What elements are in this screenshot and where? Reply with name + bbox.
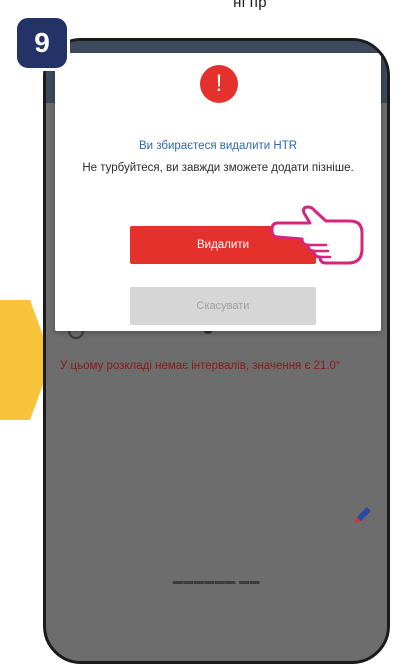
top-cropped-text: ні пр [233, 0, 267, 11]
bottom-action-label[interactable]: ▬▬▬▬▬▬ ▬▬ [46, 576, 387, 587]
phone-frame: У цьому розкладі немає інтервалів, значе… [43, 38, 390, 664]
delete-confirmation-dialog: ! Ви збираєтеся видалити HTR Не турбуйте… [55, 53, 381, 331]
dialog-title: Ви збираєтеся видалити HTR [138, 140, 298, 152]
pointing-hand-icon [270, 205, 364, 265]
no-intervals-warning: У цьому розкладі немає інтервалів, значе… [60, 360, 341, 372]
alert-icon: ! [200, 65, 238, 103]
edit-pencil-icon[interactable] [351, 503, 375, 527]
step-number-badge: 9 [14, 15, 70, 71]
dialog-message: Не турбуйтеся, ви завжди зможете додати … [82, 162, 354, 174]
cancel-button[interactable]: Скасувати [130, 287, 316, 325]
